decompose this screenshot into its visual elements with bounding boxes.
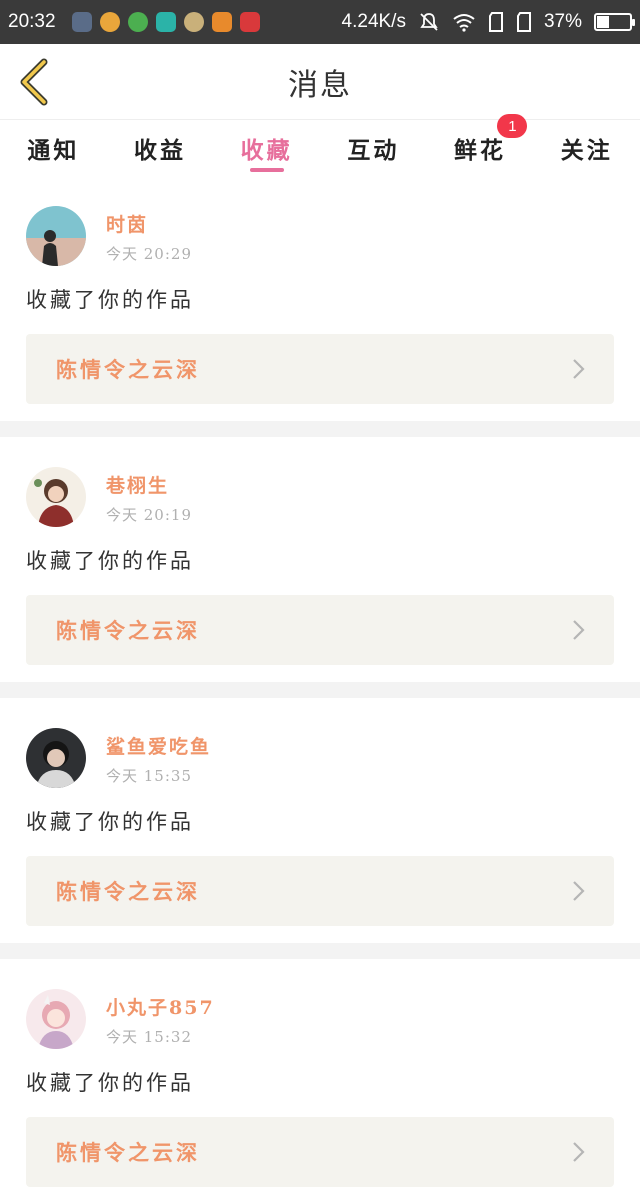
notification-card: 巷栩生 今天 20:19 收藏了你的作品 陈情令之云深 — [0, 437, 640, 682]
page-title: 消息 — [288, 67, 352, 103]
action-text: 收藏了你的作品 — [26, 810, 194, 834]
title-bar: 消息 — [0, 44, 640, 120]
work-link[interactable]: 陈情令之云深 — [26, 856, 614, 926]
notification-card: 时茵 今天 20:29 收藏了你的作品 陈情令之云深 — [0, 176, 640, 421]
tab-flowers[interactable]: 鲜花 1 — [427, 114, 534, 176]
chevron-left-icon — [20, 58, 48, 106]
sim1-icon — [488, 12, 503, 32]
status-time: 20:32 — [8, 11, 56, 32]
battery-icon — [594, 13, 635, 31]
action-text: 收藏了你的作品 — [26, 549, 194, 573]
mute-icon — [420, 13, 438, 31]
divider — [0, 682, 640, 698]
username[interactable]: 时茵 — [106, 210, 192, 237]
back-button[interactable] — [14, 56, 54, 108]
sim2-icon — [516, 12, 531, 32]
notification-icons — [71, 12, 260, 32]
notification-card: 小丸子857 今天 15:32 收藏了你的作品 陈情令之云深 — [0, 959, 640, 1204]
colorful-app-icon — [99, 12, 120, 32]
tab-label: 互动 — [347, 137, 400, 164]
chevron-right-icon — [573, 620, 585, 640]
work-link[interactable]: 陈情令之云深 — [26, 1117, 614, 1187]
chevron-right-icon — [573, 1142, 585, 1162]
unread-badge: 1 — [497, 114, 528, 138]
username[interactable]: 巷栩生 — [106, 471, 192, 498]
divider — [0, 421, 640, 437]
avatar[interactable] — [26, 989, 86, 1049]
action-text: 收藏了你的作品 — [26, 1071, 194, 1095]
avatar[interactable] — [26, 467, 86, 527]
red-app-icon — [239, 12, 260, 32]
username[interactable]: 小丸子857 — [106, 993, 215, 1020]
chevron-right-icon — [573, 881, 585, 901]
avatar[interactable] — [26, 728, 86, 788]
tab-label: 收益 — [134, 137, 186, 164]
notification-card: 鲨鱼爱吃鱼 今天 15:35 收藏了你的作品 陈情令之云深 — [0, 698, 640, 943]
wifi-icon — [453, 14, 475, 32]
chrome-like-icon — [127, 12, 148, 32]
tab-follows[interactable]: 关注 — [533, 120, 640, 176]
status-bar: 20:32 4.24K/s 37% — [0, 0, 640, 44]
work-link[interactable]: 陈情令之云深 — [26, 595, 614, 665]
notification-feed: 时茵 今天 20:29 收藏了你的作品 陈情令之云深 巷栩生 今天 20:19 … — [0, 176, 640, 1204]
tab-label: 收藏 — [240, 137, 293, 164]
username[interactable]: 鲨鱼爱吃鱼 — [106, 732, 211, 759]
tab-label: 通知 — [27, 137, 80, 164]
pagoda-icon — [71, 12, 92, 32]
tab-interactions[interactable]: 互动 — [320, 120, 427, 176]
tab-earnings[interactable]: 收益 — [107, 120, 214, 176]
scan-app-icon — [155, 12, 176, 32]
tab-favorites[interactable]: 收藏 — [213, 120, 320, 176]
work-title: 陈情令之云深 — [56, 1140, 200, 1165]
tab-bar: 通知 收益 收藏 互动 鲜花 1 关注 — [0, 114, 640, 176]
divider — [0, 943, 640, 959]
tab-notifications[interactable]: 通知 — [0, 120, 107, 176]
tab-label: 关注 — [560, 137, 613, 164]
work-link[interactable]: 陈情令之云深 — [26, 334, 614, 404]
timestamp: 今天 15:35 — [106, 767, 192, 785]
timestamp: 今天 20:29 — [106, 245, 192, 263]
tab-label: 鲜花 — [454, 137, 507, 164]
battery-percent: 37% — [543, 11, 582, 32]
action-text: 收藏了你的作品 — [26, 288, 194, 312]
timestamp: 今天 20:19 — [106, 506, 192, 524]
timestamp: 今天 15:32 — [106, 1028, 192, 1046]
face-app-icon — [183, 12, 204, 32]
battery-level — [597, 16, 609, 28]
work-title: 陈情令之云深 — [56, 357, 200, 382]
work-title: 陈情令之云深 — [56, 879, 200, 904]
chevron-right-icon — [573, 359, 585, 379]
network-speed: 4.24K/s — [341, 11, 406, 32]
avatar[interactable] — [26, 206, 86, 266]
orange-app-icon — [211, 12, 232, 32]
work-title: 陈情令之云深 — [56, 618, 200, 643]
active-tab-indicator — [249, 168, 284, 172]
